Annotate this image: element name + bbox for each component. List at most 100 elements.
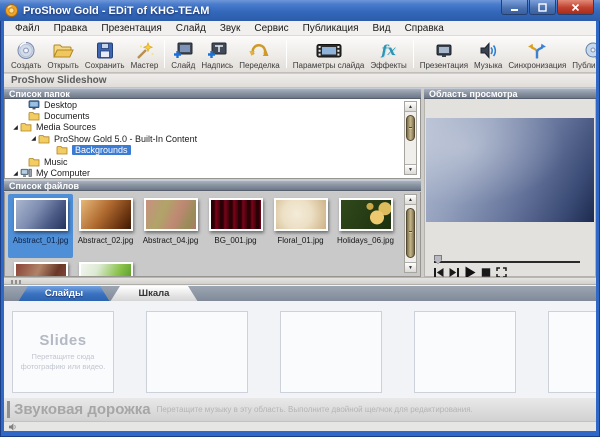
file-thumbnail[interactable]: BG_001.jpg	[203, 194, 268, 258]
save-button[interactable]: Сохранить	[82, 37, 128, 71]
add-caption-icon	[206, 40, 228, 60]
open-button[interactable]: Открыть	[44, 37, 81, 71]
scroll-down-icon[interactable]: ▼	[405, 164, 416, 174]
sync-button[interactable]: Синхронизация	[505, 37, 569, 71]
tree-item-builtin-content[interactable]: ◢ ProShow Gold 5.0 - Built-In Content	[5, 133, 420, 144]
music-icon	[477, 40, 499, 60]
tree-item-media-sources[interactable]: ◢Media Sources	[5, 122, 420, 133]
tree-item-my-computer[interactable]: ◢ My Computer	[5, 167, 420, 178]
maximize-icon	[538, 3, 547, 12]
scroll-up-icon[interactable]: ▲	[405, 195, 416, 205]
remake-button[interactable]: Переделка	[236, 37, 283, 71]
titlebar[interactable]: ProShow Gold - EDiT of KHG-TEAM	[0, 0, 600, 21]
slide-options-button[interactable]: Параметры слайда	[290, 37, 368, 71]
file-thumbnail-partial[interactable]	[8, 258, 73, 277]
preview-panel	[424, 99, 596, 277]
save-floppy-icon	[94, 40, 116, 60]
slide-placeholder[interactable]	[548, 311, 596, 393]
thumbnail-image	[144, 198, 198, 231]
minimize-button[interactable]	[501, 0, 528, 15]
slide-placeholder[interactable]: Slides Перетащите сюда фотографию или ви…	[12, 311, 114, 393]
folder-list-header: Список папок	[4, 88, 421, 99]
file-thumbnail[interactable]: Abstract_02.jpg	[73, 194, 138, 258]
soundtrack-title: Звуковая дорожка	[14, 401, 151, 418]
folder-icon	[38, 134, 50, 144]
scroll-down-icon[interactable]: ▼	[405, 262, 416, 272]
minimize-icon	[510, 3, 519, 12]
seek-track[interactable]	[434, 261, 580, 263]
thumbnail-image	[79, 262, 133, 277]
toolbar-separator	[413, 40, 414, 68]
tree-item-label: ProShow Gold 5.0 - Built-In Content	[54, 134, 197, 144]
file-name: Floral_01.jpg	[277, 236, 323, 245]
thumbnail-image	[79, 198, 133, 231]
file-list-scrollbar[interactable]: ▲ ▼	[404, 194, 417, 273]
main-toolbar: Создать Открыть Сохранить Мастер Слайд	[4, 36, 596, 73]
tree-item-label: My Computer	[36, 168, 90, 178]
add-slide-button[interactable]: Слайд	[168, 37, 198, 71]
menu-slide[interactable]: Слайд	[169, 21, 213, 36]
menu-tools[interactable]: Сервис	[247, 21, 295, 36]
seek-slider[interactable]	[434, 255, 580, 265]
tree-item-backgrounds[interactable]: Backgrounds	[5, 145, 420, 156]
file-name: Abstract_04.jpg	[143, 236, 199, 245]
file-thumbnail[interactable]: Floral_01.jpg	[268, 194, 333, 258]
music-button[interactable]: Музыка	[471, 37, 505, 71]
slide-strip: Slides Перетащите сюда фотографию или ви…	[4, 301, 596, 398]
folder-tree-scrollbar[interactable]: ▲ ▼	[404, 101, 417, 175]
new-button[interactable]: Создать	[8, 37, 44, 71]
file-thumbnail[interactable]: Holidays_06.jpg	[333, 194, 398, 258]
close-button[interactable]	[557, 0, 594, 15]
preview-image	[426, 118, 594, 222]
menu-bar: Файл Правка Презентация Слайд Звук Серви…	[4, 21, 596, 36]
tree-item-documents[interactable]: Documents	[5, 110, 420, 121]
scrollbar-thumb[interactable]	[406, 208, 415, 258]
thumbnail-image	[339, 198, 393, 231]
file-thumbnail-partial[interactable]	[73, 258, 138, 277]
menu-show[interactable]: Презентация	[94, 21, 168, 36]
close-icon	[571, 3, 580, 12]
thumbnail-image	[14, 198, 68, 231]
publish-icon	[584, 40, 596, 60]
slide-placeholder[interactable]	[146, 311, 248, 393]
add-slide-icon	[172, 40, 194, 60]
effects-button[interactable]: fx Эффекты	[367, 37, 409, 71]
scrollbar-thumb[interactable]	[406, 115, 415, 141]
publish-button[interactable]: Публикация	[569, 37, 596, 71]
file-list-header: Список файлов	[4, 180, 421, 191]
maximize-button[interactable]	[529, 0, 556, 15]
horizontal-splitter[interactable]	[4, 277, 596, 285]
tab-slides[interactable]: Слайды	[18, 286, 110, 302]
add-caption-button[interactable]: Надпись	[198, 37, 236, 71]
folder-icon	[28, 111, 40, 121]
wizard-button[interactable]: Мастер	[128, 37, 162, 71]
expand-arrow-icon[interactable]: ◢	[11, 170, 20, 177]
slide-placeholder[interactable]	[280, 311, 382, 393]
show-title-bar: ProShow Slideshow	[4, 74, 596, 88]
menu-help[interactable]: Справка	[398, 21, 451, 36]
file-thumbnail[interactable]: Abstract_01.jpg	[8, 194, 73, 258]
tree-item-desktop[interactable]: Desktop	[5, 99, 420, 110]
tree-item-music[interactable]: Music	[5, 156, 420, 167]
menu-publish[interactable]: Публикация	[296, 21, 366, 36]
tree-item-label: Documents	[44, 111, 90, 121]
menu-edit[interactable]: Правка	[47, 21, 95, 36]
toolbar-separator	[286, 40, 287, 68]
file-thumbnail[interactable]: Abstract_04.jpg	[138, 194, 203, 258]
folder-tree: Desktop Documents ◢Media Sources ◢ ProSho…	[4, 99, 421, 179]
wizard-wand-icon	[133, 40, 155, 60]
scroll-up-icon[interactable]: ▲	[405, 102, 416, 112]
show-button[interactable]: Презентация	[417, 37, 471, 71]
soundtrack-dropzone[interactable]: Звуковая дорожка Перетащите музыку в эту…	[4, 398, 596, 421]
slide-placeholder[interactable]	[414, 311, 516, 393]
menu-file[interactable]: Файл	[8, 21, 47, 36]
menu-view[interactable]: Вид	[365, 21, 397, 36]
main-area: Список папок Desktop Documents ◢Media So…	[4, 88, 596, 277]
splitter-grip-icon	[10, 280, 22, 284]
expand-arrow-icon[interactable]: ◢	[11, 124, 20, 131]
menu-audio[interactable]: Звук	[213, 21, 248, 36]
soundtrack-hint: Перетащите музыку в эту область. Выполни…	[157, 405, 473, 414]
tab-timeline[interactable]: Шкала	[110, 286, 198, 302]
folder-icon	[56, 145, 68, 155]
expand-arrow-icon[interactable]: ◢	[29, 135, 38, 142]
